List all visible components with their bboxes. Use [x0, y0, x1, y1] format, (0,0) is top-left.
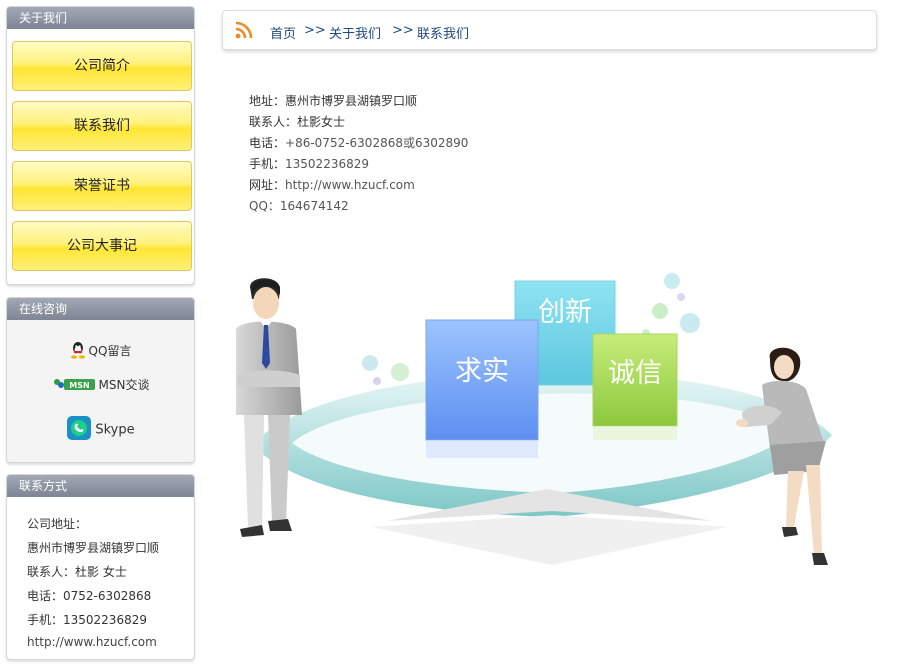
- info-phone-value: +86-0752-6302868或6302890: [285, 136, 469, 150]
- contact-panel-title: 联系方式: [7, 475, 194, 497]
- msn-icon: MSN: [52, 376, 96, 395]
- breadcrumb-home[interactable]: 首页: [270, 23, 296, 42]
- contact-person: 联系人：杜影 女士: [27, 565, 127, 579]
- info-address: 地址：惠州市博罗县湖镇罗口顺: [249, 92, 417, 109]
- info-phone: 电话：+86-0752-6302868或6302890: [249, 134, 468, 151]
- block-integrity: 诚信: [592, 333, 678, 440]
- block-pragmatism: 求实: [425, 319, 539, 458]
- about-panel: 关于我们 公司简介 联系我们 荣誉证书 公司大事记: [6, 6, 195, 285]
- nav-milestones[interactable]: 公司大事记: [12, 221, 192, 271]
- info-mobile: 手机：13502236829: [249, 155, 369, 172]
- skype-link[interactable]: Skype: [7, 415, 194, 445]
- breadcrumb-contact: 联系我们: [417, 27, 470, 42]
- breadcrumb: 首页 >> 关于我们 >> 联系我们: [222, 10, 877, 50]
- contact-panel: 联系方式 公司地址： 惠州市博罗县湖镇罗口顺 联系人：杜影 女士 电话：0752…: [6, 474, 195, 660]
- about-panel-title: 关于我们: [7, 7, 194, 29]
- contact-mobile: 手机：13502236829: [27, 613, 147, 627]
- info-mobile-value: 13502236829: [285, 157, 369, 171]
- info-mobile-label: 手机：: [249, 157, 286, 171]
- block-innovation-label: 创新: [538, 297, 592, 328]
- nav-company-profile[interactable]: 公司简介: [12, 41, 192, 91]
- business-illustration: 创新 求实 诚信: [236, 273, 832, 565]
- info-qq-label: QQ：: [249, 199, 280, 213]
- info-qq-value: 164674142: [279, 199, 349, 213]
- info-contact: 联系人：杜影女士: [249, 113, 345, 130]
- info-website: 网址：http://www.hzucf.com: [249, 176, 415, 193]
- qq-message-label: QQ留言: [88, 344, 132, 358]
- info-contact-value: 杜影女士: [297, 115, 346, 129]
- block-integrity-label: 诚信: [608, 358, 662, 389]
- breadcrumb-separator: >>: [392, 23, 414, 38]
- skype-icon: [66, 415, 92, 445]
- contact-address-label: 公司地址：: [27, 517, 88, 531]
- contact-website-link[interactable]: http://www.hzucf.com: [27, 635, 157, 649]
- qq-message-link[interactable]: QQ留言: [7, 341, 194, 362]
- online-consult-panel: 在线咨询 QQ留言 MSN MSN交谈 Skype: [6, 297, 195, 463]
- info-website-link[interactable]: http://www.hzucf.com: [285, 178, 415, 192]
- businessman-figure: [236, 278, 302, 537]
- info-contact-label: 联系人：: [249, 115, 298, 129]
- online-panel-title: 在线咨询: [7, 298, 194, 320]
- info-qq: QQ：164674142: [249, 197, 349, 214]
- block-pragmatism-label: 求实: [455, 356, 509, 387]
- qq-icon: [70, 341, 86, 362]
- msn-chat-link[interactable]: MSN MSN交谈: [7, 376, 194, 395]
- info-website-label: 网址：: [249, 178, 286, 192]
- breadcrumb-about[interactable]: 关于我们: [329, 23, 381, 42]
- contact-address: 惠州市博罗县湖镇罗口顺: [27, 541, 160, 555]
- platform-arrow: [252, 372, 832, 565]
- msn-chat-label: MSN交谈: [98, 378, 150, 392]
- nav-honors[interactable]: 荣誉证书: [12, 161, 192, 211]
- info-address-label: 地址：: [249, 94, 286, 108]
- info-address-value: 惠州市博罗县湖镇罗口顺: [285, 94, 418, 108]
- skype-label: Skype: [95, 422, 135, 438]
- info-phone-label: 电话：: [249, 136, 286, 150]
- svg-text:MSN: MSN: [69, 381, 89, 390]
- nav-contact-us[interactable]: 联系我们: [12, 101, 192, 151]
- rss-icon: [235, 21, 253, 39]
- contact-phone: 电话：0752-6302868: [27, 589, 152, 603]
- breadcrumb-separator: >>: [304, 23, 326, 38]
